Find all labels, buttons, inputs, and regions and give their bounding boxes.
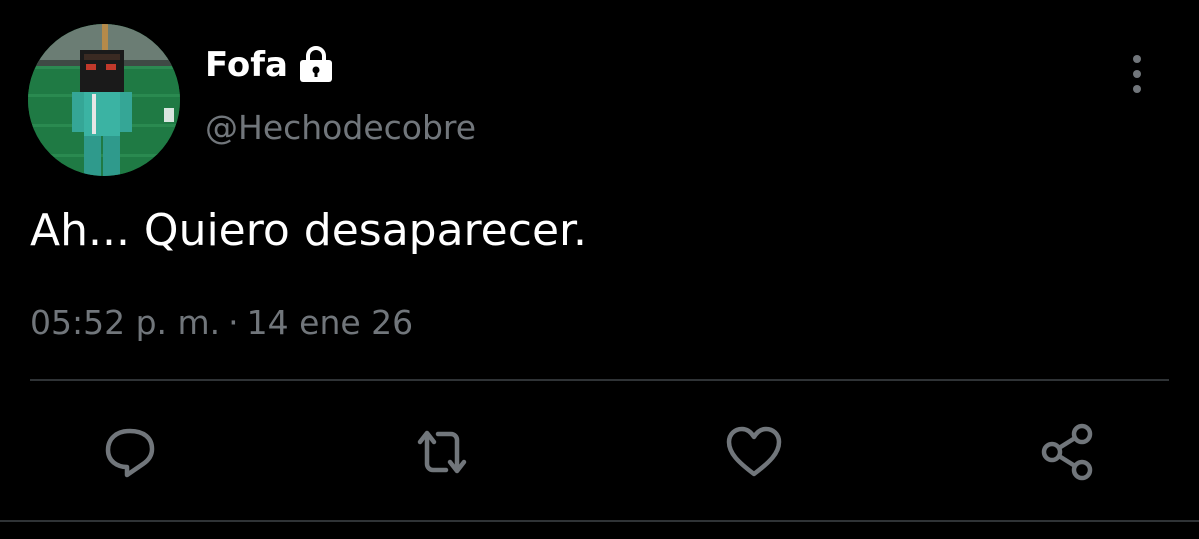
divider-bottom [0, 520, 1199, 522]
lock-icon [296, 45, 336, 85]
tweet-text: Ah... Quiero desaparecer. [30, 205, 588, 256]
display-name[interactable]: Fofa [205, 45, 288, 85]
meta-separator: · [228, 303, 239, 342]
divider [30, 379, 1169, 381]
share-button[interactable] [1036, 420, 1100, 484]
user-handle[interactable]: @Hechodecobre [205, 108, 476, 147]
retweet-icon [417, 430, 467, 474]
reply-button[interactable] [98, 420, 162, 484]
avatar[interactable] [28, 24, 180, 176]
tweet-time: 05:52 p. m. [30, 303, 221, 342]
tweet-date: 14 ene 26 [246, 303, 414, 342]
reply-icon [105, 428, 155, 478]
like-button[interactable] [722, 420, 786, 484]
heart-icon [726, 426, 782, 477]
retweet-button[interactable] [410, 420, 474, 484]
tweet-card: Fofa @Hechodecobre Ah... Quiero desapare… [0, 0, 1199, 539]
avatar-image [28, 24, 180, 176]
more-vertical-icon[interactable] [1120, 52, 1154, 96]
tweet-timestamp[interactable]: 05:52 p. m. · 14 ene 26 [30, 303, 413, 342]
name-row: Fofa [205, 42, 336, 88]
share-icon [1041, 423, 1093, 481]
